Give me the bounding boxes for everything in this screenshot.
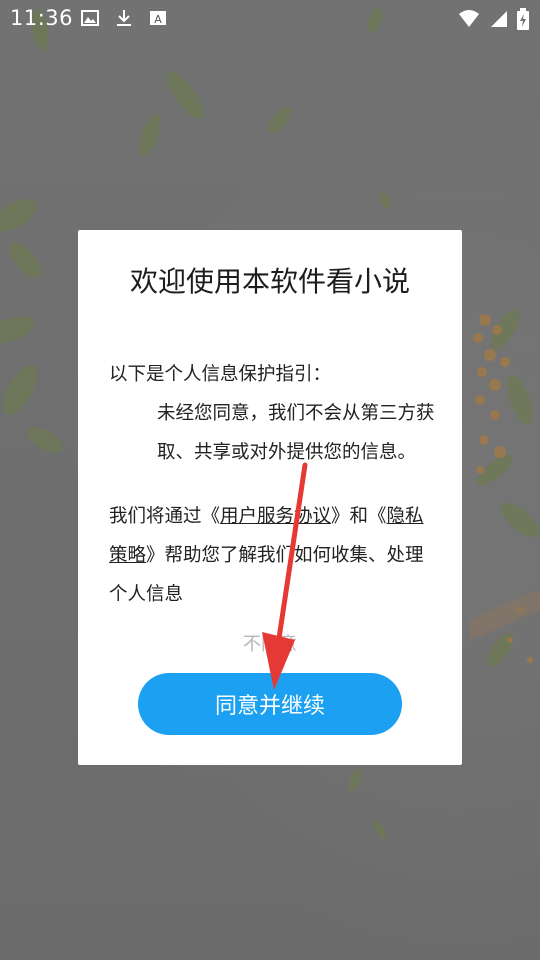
disagree-button[interactable]: 不同意: [78, 630, 462, 656]
system-icons: [458, 8, 530, 34]
status-time: 11:36: [10, 6, 74, 30]
download-icon: [114, 8, 134, 32]
agreement-prefix: 我们将通过《: [109, 506, 221, 527]
user-agreement-link[interactable]: 用户服务协议: [220, 506, 331, 527]
dialog-title: 欢迎使用本软件看小说: [129, 265, 410, 298]
status-bar: 11:36 A: [0, 0, 540, 36]
agreement-suffix: 》帮助您了解我们如何收集、处理个人信息: [109, 545, 424, 605]
agreement-text: 我们将通过《用户服务协议》和《隐私策略》帮助您了解我们如何收集、处理个人信息: [109, 497, 439, 614]
battery-charging-icon: [516, 8, 530, 34]
font-a-icon: A: [148, 8, 168, 32]
intro-text: 以下是个人信息保护指引：: [109, 364, 332, 385]
agree-continue-button[interactable]: 同意并继续: [138, 673, 402, 735]
agreement-middle: 》和《: [331, 506, 387, 527]
dialog-body: 以下是个人信息保护指引： 未经您同意，我们不会从第三方获取、共享或对外提供您的信…: [109, 355, 439, 614]
protection-text: 未经您同意，我们不会从第三方获取、共享或对外提供您的信息。: [157, 403, 435, 463]
svg-text:A: A: [154, 13, 162, 26]
signal-icon: [488, 9, 508, 33]
notification-icons: A: [80, 8, 168, 32]
wifi-icon: [458, 9, 480, 33]
app-screen: 11:36 A 欢迎使用本软件看小说 以下是个人信息保护指引： 未经您同意，我们…: [0, 0, 540, 960]
privacy-dialog: 欢迎使用本软件看小说 以下是个人信息保护指引： 未经您同意，我们不会从第三方获取…: [78, 230, 462, 765]
image-icon: [80, 8, 100, 32]
